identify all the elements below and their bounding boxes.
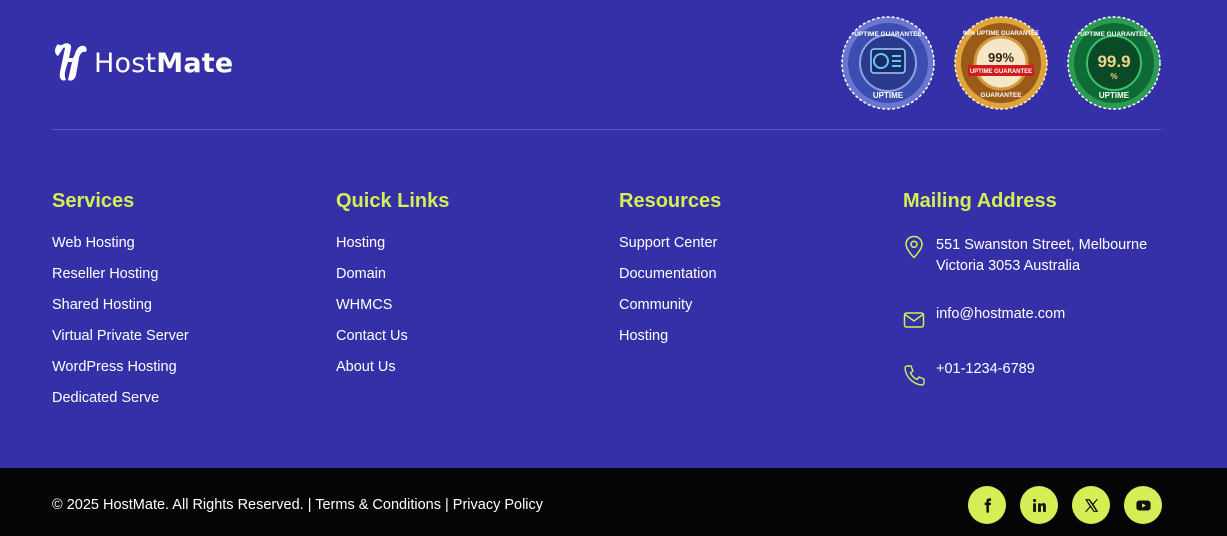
badge3-value: 99.9 <box>1097 52 1130 71</box>
services-link-dedicated[interactable]: Dedicated Serve <box>52 390 189 407</box>
quick-link-domain[interactable]: Domain <box>336 266 449 283</box>
uptime-guarantee-green-badge-icon: 99.9 % UPTIME GUARANTEE UPTIME <box>1067 16 1161 110</box>
services-link-web-hosting[interactable]: Web Hosting <box>52 235 189 252</box>
resource-link-community[interactable]: Community <box>619 297 721 314</box>
quick-link-hosting[interactable]: Hosting <box>336 235 449 252</box>
logo[interactable]: HostMate <box>52 42 233 84</box>
quick-links-heading: Quick Links <box>336 190 450 212</box>
quick-link-about-us[interactable]: About Us <box>336 359 449 376</box>
address-text: 551 Swanston Street, Melbourne Victoria … <box>936 235 1147 277</box>
mailing-address-heading: Mailing Address <box>903 190 1057 212</box>
services-link-reseller-hosting[interactable]: Reseller Hosting <box>52 266 189 283</box>
youtube-button[interactable] <box>1124 486 1162 524</box>
badge2-ribbon: UPTIME GUARANTEE <box>970 69 1032 75</box>
badge2-value: 99% <box>988 50 1014 65</box>
resource-link-documentation[interactable]: Documentation <box>619 266 721 283</box>
linkedin-button[interactable] <box>1020 486 1058 524</box>
address-line-2: Victoria 3053 Australia <box>936 258 1081 274</box>
quick-links-list: Hosting Domain WHMCS Contact Us About Us <box>336 235 449 376</box>
hostmate-logo-icon <box>55 43 87 81</box>
resource-link-support-center[interactable]: Support Center <box>619 235 721 252</box>
services-link-vps[interactable]: Virtual Private Server <box>52 328 189 345</box>
social-links <box>968 486 1162 524</box>
badge1-bottom-text: UPTIME <box>873 91 904 100</box>
uptime-guarantee-blue-badge-icon: UPTIME GUARANTEE UPTIME <box>841 16 935 110</box>
x-twitter-icon <box>1084 498 1098 512</box>
quick-link-whmcs[interactable]: WHMCS <box>336 297 449 314</box>
services-column: Services Web Hosting Reseller Hosting Sh… <box>52 188 189 421</box>
terms-link[interactable]: Terms & Conditions <box>315 497 441 513</box>
badge3-bottom-text: UPTIME <box>1099 91 1130 100</box>
resources-list: Support Center Documentation Community H… <box>619 235 721 345</box>
separator: | <box>303 497 316 513</box>
copyright-row: © 2025 HostMate. All Rights Reserved. | … <box>52 497 543 513</box>
phone-icon <box>904 365 925 386</box>
resource-link-hosting[interactable]: Hosting <box>619 328 721 345</box>
uptime-guarantee-gold-badge-icon: 99% UPTIME GUARANTEE 99% UPTIME GUARANTE… <box>954 16 1048 110</box>
brand-name: HostMate <box>94 47 234 79</box>
uptime-badges: UPTIME GUARANTEE UPTIME 99% UPTIME GUARA… <box>841 16 1161 110</box>
address-row: 551 Swanston Street, Melbourne Victoria … <box>903 235 1173 277</box>
services-heading: Services <box>52 190 135 212</box>
badge3-top-text: UPTIME GUARANTEE <box>1080 31 1148 38</box>
bottom-bar: © 2025 HostMate. All Rights Reserved. | … <box>0 468 1227 536</box>
address-line-1: 551 Swanston Street, Melbourne <box>936 237 1148 253</box>
phone-link[interactable]: +01-1234-6789 <box>936 359 1035 380</box>
mail-icon <box>903 312 925 328</box>
privacy-link[interactable]: Privacy Policy <box>453 497 543 513</box>
divider <box>52 129 1161 130</box>
copyright-text: © 2025 HostMate. All Rights Reserved. <box>52 497 304 513</box>
services-list: Web Hosting Reseller Hosting Shared Host… <box>52 235 189 407</box>
mailing-address-column: Mailing Address 551 Swanston Street, Mel… <box>903 188 1173 414</box>
footer-main: HostMate UPTIME GUARANTEE UPTIME 99% UPT… <box>0 0 1227 468</box>
facebook-icon <box>984 497 991 513</box>
services-link-shared-hosting[interactable]: Shared Hosting <box>52 297 189 314</box>
location-pin-icon <box>905 235 923 259</box>
facebook-button[interactable] <box>968 486 1006 524</box>
resources-column: Resources Support Center Documentation C… <box>619 188 721 359</box>
phone-row[interactable]: +01-1234-6789 <box>903 359 1173 387</box>
resources-heading: Resources <box>619 190 722 212</box>
badge2-top-text: 99% UPTIME GUARANTEE <box>963 31 1039 37</box>
services-link-wordpress-hosting[interactable]: WordPress Hosting <box>52 359 189 376</box>
youtube-icon <box>1135 500 1151 510</box>
separator: | <box>440 497 453 513</box>
badge2-bottom-text: GUARANTEE <box>980 92 1022 99</box>
x-twitter-button[interactable] <box>1072 486 1110 524</box>
email-link[interactable]: info@hostmate.com <box>936 304 1065 325</box>
badge1-top-text: UPTIME GUARANTEE <box>854 31 922 38</box>
linkedin-icon <box>1032 498 1046 512</box>
quick-link-contact-us[interactable]: Contact Us <box>336 328 449 345</box>
quick-links-column: Quick Links Hosting Domain WHMCS Contact… <box>336 188 449 390</box>
badge3-unit: % <box>1110 72 1117 81</box>
email-row[interactable]: info@hostmate.com <box>903 304 1173 332</box>
